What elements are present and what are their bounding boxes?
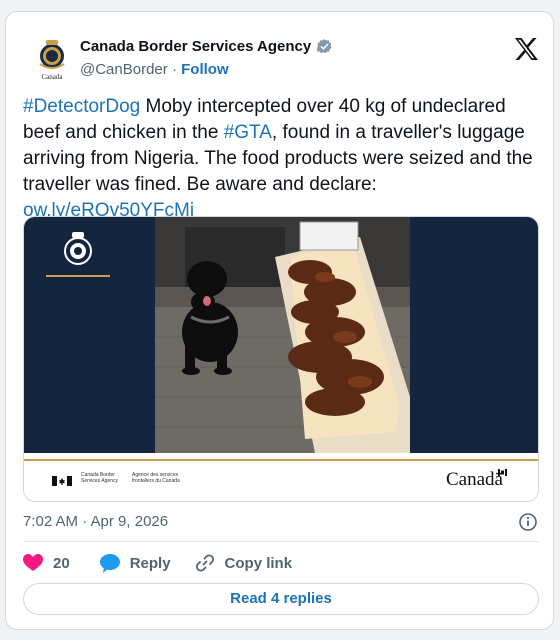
tweet-actions: 20 Reply Copy link xyxy=(23,552,292,574)
avatar[interactable]: Canada xyxy=(30,36,74,81)
link-icon xyxy=(195,554,214,572)
canada-wordmark-flag-icon xyxy=(498,469,507,476)
tweet-timestamp[interactable]: 7:02 AM · Apr 9, 2026 xyxy=(23,513,168,530)
agency-name-english: Canada Border Services Agency xyxy=(81,472,118,484)
author-handle-row: @CanBorder · Follow xyxy=(80,61,229,78)
reply-label: Reply xyxy=(129,554,171,572)
avatar-wordmark: Canada xyxy=(41,73,63,81)
canada-flag-icon xyxy=(52,476,72,486)
tweet-text: #DetectorDog Moby intercepted over 40 kg… xyxy=(23,94,543,224)
footer-gold-line xyxy=(24,459,538,461)
like-count: 20 xyxy=(53,554,70,572)
agency-name-french: Agence des services frontaliers du Canad… xyxy=(132,472,180,484)
gold-divider xyxy=(46,275,110,277)
heart-icon xyxy=(23,554,43,571)
follow-button[interactable]: Follow xyxy=(181,61,229,78)
canada-wordmark: Canadä xyxy=(446,469,503,490)
tweet-card: Canada Canada Border Services Agency @Ca… xyxy=(5,11,554,630)
hashtag-detectordog[interactable]: #DetectorDog xyxy=(23,96,140,117)
media-right-panel xyxy=(410,217,538,453)
read-replies-button[interactable]: Read 4 replies xyxy=(23,583,539,615)
author-display-name[interactable]: Canada Border Services Agency xyxy=(80,38,311,55)
info-icon[interactable] xyxy=(518,512,538,532)
like-button[interactable]: 20 xyxy=(23,554,70,572)
reply-bubble-icon xyxy=(99,553,120,573)
detector-dog-photo xyxy=(155,217,410,453)
hashtag-gta[interactable]: #GTA xyxy=(224,122,272,143)
verified-badge-icon xyxy=(317,39,332,54)
reply-button[interactable]: Reply xyxy=(99,553,171,573)
author-handle[interactable]: @CanBorder xyxy=(80,61,168,78)
copy-link-label: Copy link xyxy=(224,554,293,572)
media-left-panel xyxy=(24,217,155,453)
tweet-media-image[interactable]: Canada Border Services Agency Agence des… xyxy=(23,216,539,502)
separator-dot: · xyxy=(171,61,177,78)
copy-link-button[interactable]: Copy link xyxy=(195,553,293,573)
divider xyxy=(23,541,539,542)
cbsa-emblem-icon xyxy=(64,232,92,265)
x-logo-icon[interactable] xyxy=(514,38,538,60)
